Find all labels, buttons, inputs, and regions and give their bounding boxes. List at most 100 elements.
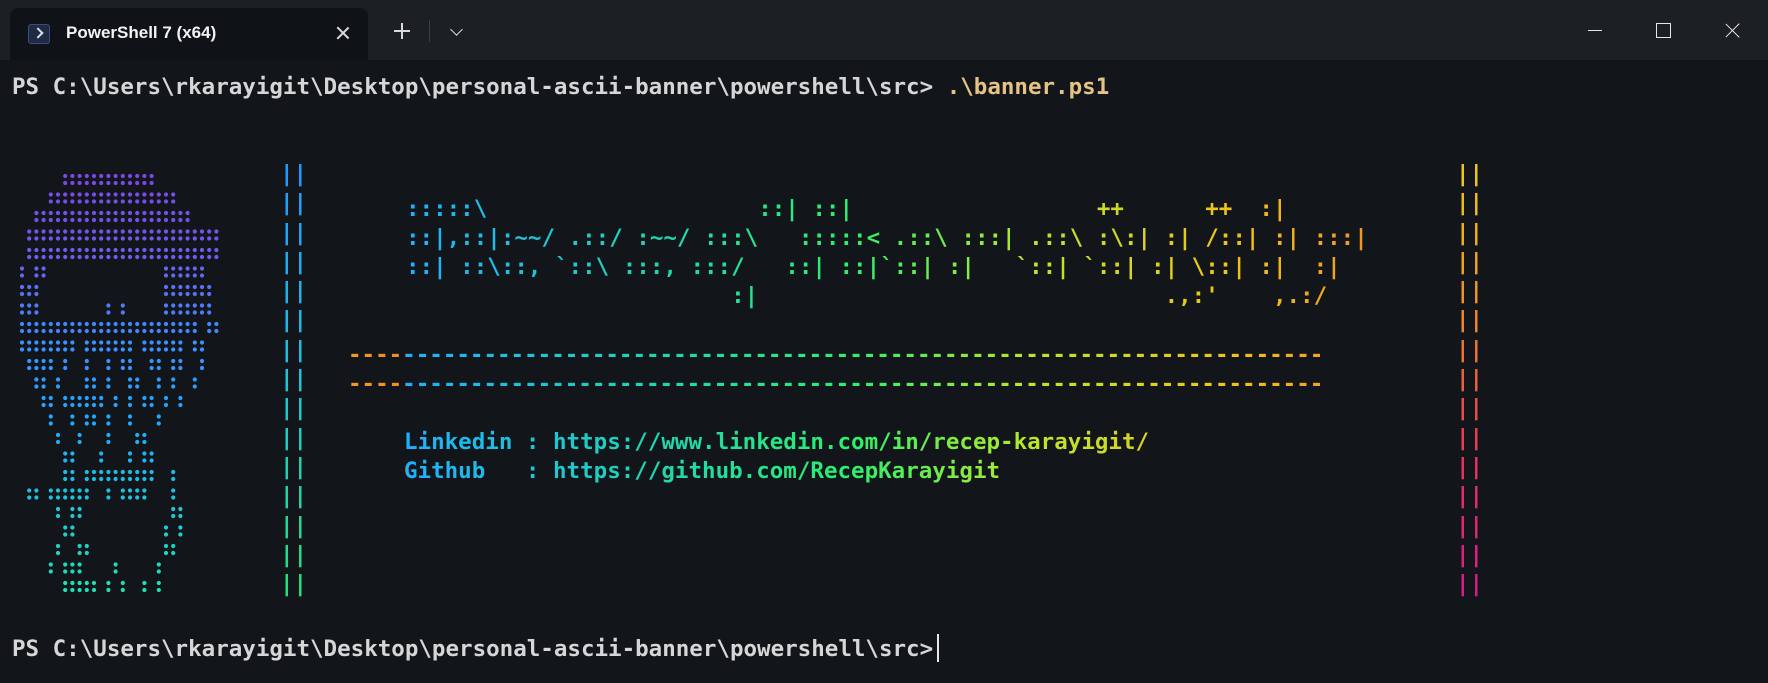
portrait-dot xyxy=(178,284,183,290)
separator-line: ----------------------------------------… xyxy=(348,342,1324,368)
portrait-dot xyxy=(106,199,111,204)
portrait-dot xyxy=(178,402,183,408)
portrait-dot xyxy=(34,347,39,352)
portrait-dot xyxy=(106,173,111,179)
portrait-dot xyxy=(163,273,169,278)
tab-powershell[interactable]: PowerShell 7 (x64) xyxy=(10,8,368,60)
portrait-dot xyxy=(135,476,140,482)
portrait-dot xyxy=(70,532,75,537)
current-prompt-line[interactable]: PS C:\Users\rkarayigit\Desktop\personal-… xyxy=(12,634,940,662)
portrait-dot xyxy=(185,217,190,223)
portrait-dot xyxy=(77,506,82,512)
portrait-dot xyxy=(127,377,133,382)
portrait-dot xyxy=(199,273,205,278)
portrait-dot xyxy=(149,395,154,401)
maximize-icon[interactable] xyxy=(1633,0,1693,60)
portrait-dot xyxy=(178,525,183,530)
portrait-dot xyxy=(91,236,97,241)
portrait-dot xyxy=(127,495,133,500)
portrait-dot xyxy=(34,229,39,234)
tab-dropdown-chevron-down-icon[interactable] xyxy=(440,14,474,48)
portrait-dot xyxy=(99,340,104,345)
portrait-dot xyxy=(27,365,32,371)
border-bar: || xyxy=(1456,278,1484,305)
portrait-dot xyxy=(99,395,104,401)
portrait-dot xyxy=(27,303,32,308)
portrait-dot xyxy=(192,266,197,271)
portrait-dot xyxy=(171,495,176,500)
left-border-bars: || || || || || || || || || || || || || || || xyxy=(280,160,307,599)
border-bar: || xyxy=(280,571,308,598)
portrait-dot xyxy=(77,587,82,593)
portrait-dot xyxy=(106,247,111,253)
portrait-dot xyxy=(70,217,75,223)
portrait-dot xyxy=(171,377,176,382)
portrait-dot xyxy=(48,395,53,401)
portrait-dot xyxy=(142,587,147,593)
portrait-dot xyxy=(127,421,133,426)
portrait-dot xyxy=(135,439,140,445)
portrait-dot xyxy=(127,321,133,327)
portrait-dot xyxy=(41,402,46,408)
portrait-dot xyxy=(156,321,161,327)
portrait-dot xyxy=(171,303,176,308)
portrait-dot xyxy=(63,173,68,179)
portrait-dot xyxy=(91,402,97,408)
portrait-dot xyxy=(27,340,32,345)
portrait-dot xyxy=(156,365,161,371)
portrait-dot xyxy=(135,173,140,179)
portrait-dot xyxy=(48,562,53,567)
banner-art-line: ::|,::|:~~/ .::/ :~~/ :::\ :::::< .::\ :… xyxy=(406,225,1368,251)
portrait-dot xyxy=(34,310,39,315)
new-tab-button[interactable] xyxy=(384,14,420,48)
minimize-icon[interactable] xyxy=(1565,0,1625,60)
close-tab-icon[interactable] xyxy=(332,22,354,44)
portrait-dot xyxy=(91,180,97,186)
portrait-dot xyxy=(127,469,133,475)
portrait-dot xyxy=(178,273,183,278)
portrait-dot xyxy=(192,310,197,315)
portrait-dot xyxy=(120,328,125,334)
portrait-dot xyxy=(142,229,147,234)
portrait-dot xyxy=(149,476,154,482)
linkedin-url[interactable]: https://www.linkedin.com/in/recep-karayi… xyxy=(553,429,1149,455)
portrait-dot xyxy=(91,229,97,234)
portrait-dot xyxy=(135,199,140,204)
portrait-dot xyxy=(84,543,89,549)
portrait-dot xyxy=(106,310,111,315)
portrait-dot xyxy=(127,476,133,482)
portrait-dot xyxy=(70,199,75,204)
portrait-dot xyxy=(185,291,190,297)
github-url[interactable]: https://github.com/RecepKarayigit xyxy=(553,458,1000,484)
portrait-dot xyxy=(91,384,97,389)
border-bar: || xyxy=(280,190,308,217)
portrait-dot xyxy=(127,384,133,389)
portrait-dot xyxy=(171,340,176,345)
portrait-dot xyxy=(120,210,125,216)
portrait-dot xyxy=(99,199,104,204)
portrait-dot xyxy=(84,217,89,223)
portrait-dot xyxy=(55,432,61,438)
portrait-dot xyxy=(185,254,190,260)
portrait-dot xyxy=(41,347,46,352)
portrait-dot xyxy=(113,562,118,567)
portrait-dot xyxy=(63,488,68,493)
portrait-dot xyxy=(19,284,25,290)
portrait-dot xyxy=(70,506,75,512)
portrait-dot xyxy=(91,414,97,419)
portrait-dot xyxy=(63,495,68,500)
close-icon[interactable] xyxy=(1703,0,1763,60)
portrait-dot xyxy=(163,395,169,401)
portrait-dot xyxy=(149,254,154,260)
portrait-dot xyxy=(27,488,32,493)
portrait-dot xyxy=(70,580,75,586)
portrait-dot xyxy=(77,488,82,493)
terminal-area[interactable]: PS C:\Users\rkarayigit\Desktop\personal-… xyxy=(0,60,1768,683)
portrait-dot xyxy=(106,180,111,186)
portrait-dot xyxy=(142,395,147,401)
portrait-dot xyxy=(48,199,53,204)
portrait-dot xyxy=(120,580,125,586)
portrait-dot xyxy=(149,210,154,216)
portrait-dot xyxy=(91,377,97,382)
portrait-dot xyxy=(185,229,190,234)
